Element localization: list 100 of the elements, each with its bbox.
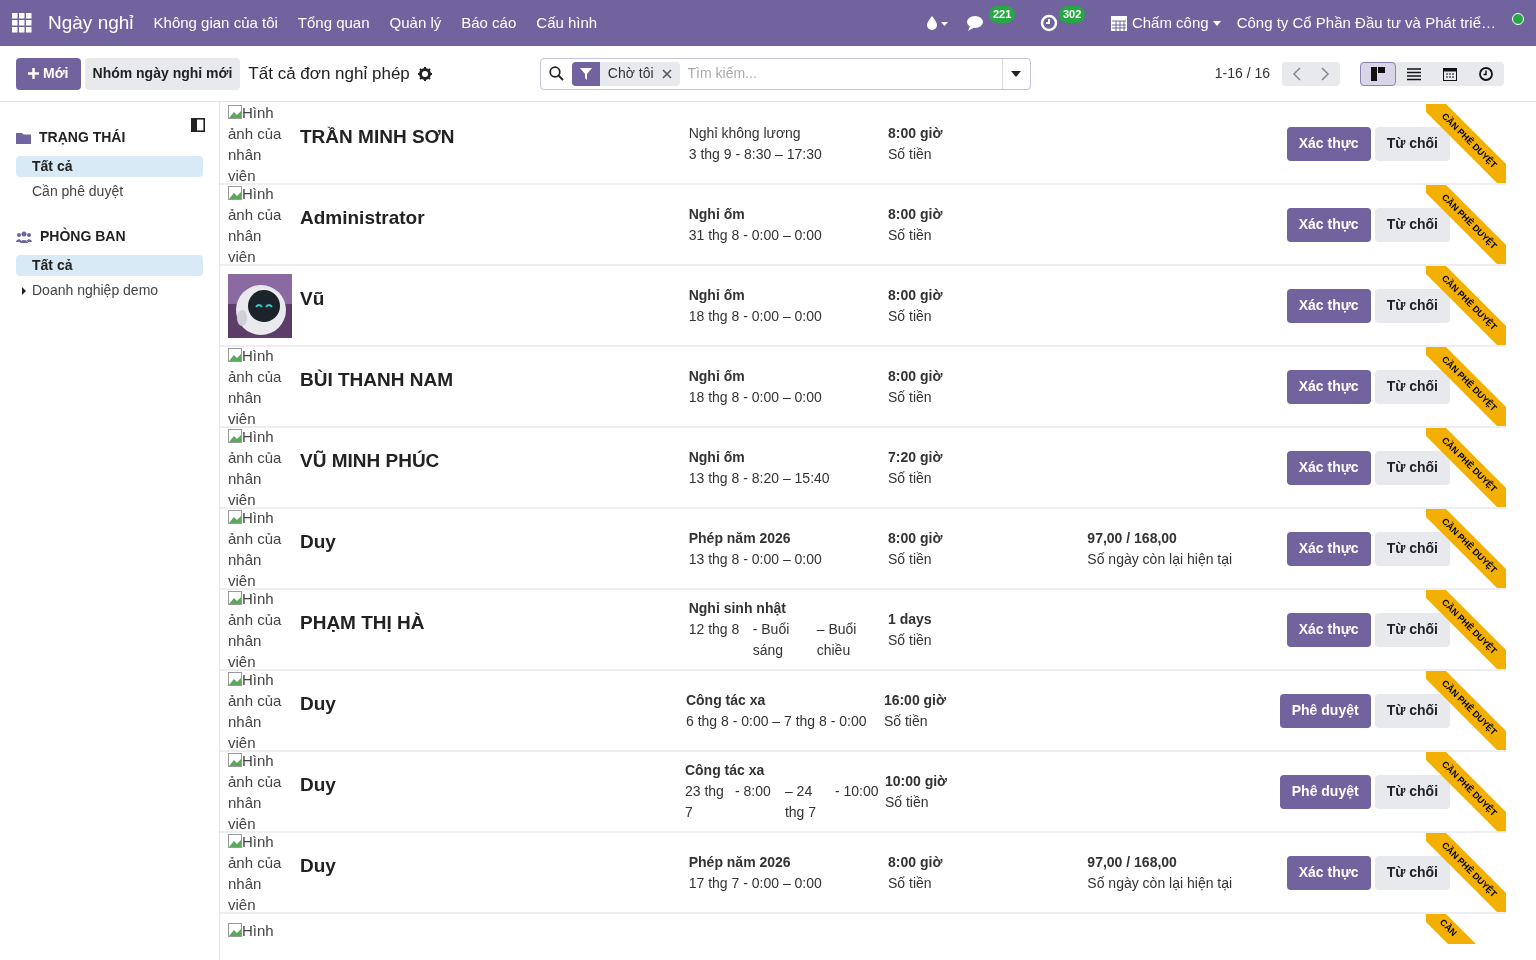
image-alt-text: Hình ảnh của nhân viên [228,347,283,426]
broken-image-icon [228,923,242,937]
approve-button[interactable]: Xác thực [1286,126,1371,161]
approve-button[interactable]: Xác thực [1286,531,1371,566]
approve-button[interactable]: Phê duyệt [1279,774,1371,809]
employee-name: Duy [300,854,337,879]
calendar-icon [1109,14,1128,32]
refuse-button[interactable]: Từ chối [1374,207,1450,242]
app-name[interactable]: Ngày nghỉ [48,8,134,38]
duration-value: 1 days [888,609,933,629]
message-count-badge: 221 [988,6,1016,23]
leave-type: Nghỉ ốm [688,447,746,467]
new-group-button[interactable]: Nhóm ngày nghỉ mới [84,57,241,90]
duration-label: Số tiền [884,792,930,812]
approve-button[interactable]: Xác thực [1286,369,1371,404]
employee-name: Vũ [300,287,326,312]
sidebar-section-title: PHÒNG BAN [40,226,126,246]
leave-dates: 13 thg 8 - 8:20 – 15:40 [688,468,831,488]
approve-button[interactable]: Xác thực [1286,207,1371,242]
calendar-icon [1442,65,1458,82]
sidebar-item[interactable]: Cần phê duyệt [16,181,203,202]
approve-button[interactable]: Xác thực [1286,855,1371,890]
leave-type: Phép năm 2026 [688,852,792,872]
sidebar-item[interactable]: Tất cả [16,255,203,276]
nav-menu-item[interactable]: Báo cáo [461,11,517,35]
activity-count-badge: 302 [1058,6,1086,23]
employee-name: TRẦN MINH SƠN [300,125,456,150]
duration-label: Số tiền [888,225,933,245]
nav-menu-item[interactable]: Cấu hình [536,11,598,35]
caret-down-icon [1011,70,1022,77]
next-icon[interactable] [1321,66,1330,81]
app-grid-icon[interactable] [12,13,32,33]
leave-date-part: - Buổi sáng [752,620,791,660]
employee-name: Duy [300,773,337,798]
approve-button[interactable]: Phê duyệt [1279,693,1371,728]
refuse-button[interactable]: Từ chối [1374,126,1450,161]
duration-value: 10:00 giờ [884,771,949,791]
leave-type: Nghỉ ốm [688,204,746,224]
folder-icon [16,131,31,144]
image-alt-text: Hình ảnh của nhân viên [228,428,283,507]
leave-dates: 18 thg 8 - 0:00 – 0:00 [688,306,823,326]
settings-icon[interactable] [417,66,432,81]
filter-facet[interactable]: Chờ tôi [571,61,680,86]
duration-value: 16:00 giờ [883,690,947,710]
image-alt-text: Hình ảnh của nhân viên [228,671,283,750]
image-alt-text: Hình ảnh của nhân viên [228,104,283,183]
list-icon [1406,65,1422,82]
kanban-icon [1370,65,1386,82]
broken-image-icon [228,509,242,524]
leave-dates: 6 thg 8 - 0:00 – 7 thg 8 - 0:00 [685,711,868,731]
refuse-button[interactable]: Từ chối [1374,450,1450,485]
sidebar-toggle-icon[interactable] [191,118,205,132]
leave-dates: 13 thg 8 - 0:00 – 0:00 [688,549,823,569]
duration-value: 8:00 giờ [888,852,944,872]
duration-value: 7:20 giờ [888,447,944,467]
balance-value: 97,00 / 168,00 [1087,528,1178,548]
kanban-view-button[interactable] [1360,61,1396,86]
attendance-menu[interactable]: Chấm công [1109,11,1221,35]
new-button[interactable]: Mới [16,57,81,90]
nav-menu-item[interactable]: Quản lý [389,11,442,35]
leave-date-part: - 8:00 [734,782,772,801]
leave-date-part: 12 thg 8 [688,620,741,639]
nav-menu-item[interactable]: Tổng quan [297,11,370,35]
leave-dates: 3 thg 9 - 8:30 – 17:30 [688,144,823,164]
sidebar-item[interactable]: Doanh nghiệp demo [16,280,203,301]
refuse-button[interactable]: Từ chối [1374,288,1450,323]
search-input[interactable]: Tìm kiếm... [687,63,1002,84]
leave-date-part: – Buổi chiều [816,620,858,660]
search-bar[interactable]: Chờ tôi Tìm kiếm... [539,57,1031,90]
broken-image-icon [228,185,242,200]
refuse-button[interactable]: Từ chối [1374,693,1450,728]
nav-menu-item[interactable]: Không gian của tôi [153,11,278,35]
page-title: Tất cả đơn nghỉ phép [248,62,410,85]
balance-label: Số ngày còn lại hiện tại [1087,873,1234,893]
duration-label: Số tiền [888,873,933,893]
pager-value[interactable]: 1-16 / 16 [1214,63,1270,84]
leave-dates: 31 thg 8 - 0:00 – 0:00 [688,225,823,245]
duration-label: Số tiền [888,306,933,326]
refuse-button[interactable]: Từ chối [1374,369,1450,404]
broken-image-icon [228,752,242,767]
company-name[interactable]: Công ty Cổ Phần Đầu tư và Phát triể… [1236,11,1496,35]
close-icon[interactable] [661,68,672,79]
approve-button[interactable]: Xác thực [1286,450,1371,485]
refuse-button[interactable]: Từ chối [1374,612,1450,647]
refuse-button[interactable]: Từ chối [1374,531,1450,566]
duration-label: Số tiền [883,711,929,731]
facet-label: Chờ tôi [606,64,655,83]
duration-label: Số tiền [888,468,933,488]
approve-button[interactable]: Xác thực [1286,612,1371,647]
droplet-icon[interactable] [925,15,950,31]
sidebar-item[interactable]: Tất cả [16,156,203,177]
previous-icon[interactable] [1292,66,1301,81]
refuse-button[interactable]: Từ chối [1374,774,1450,809]
leave-date-part: – 24 thg 7 [784,782,818,822]
broken-image-icon [228,347,242,362]
broken-image-icon [228,428,242,443]
approve-button[interactable]: Xác thực [1286,288,1371,323]
sidebar-section-title: TRẠNG THÁI [39,128,126,147]
clock-icon[interactable] [1039,14,1058,32]
refuse-button[interactable]: Từ chối [1374,855,1450,890]
